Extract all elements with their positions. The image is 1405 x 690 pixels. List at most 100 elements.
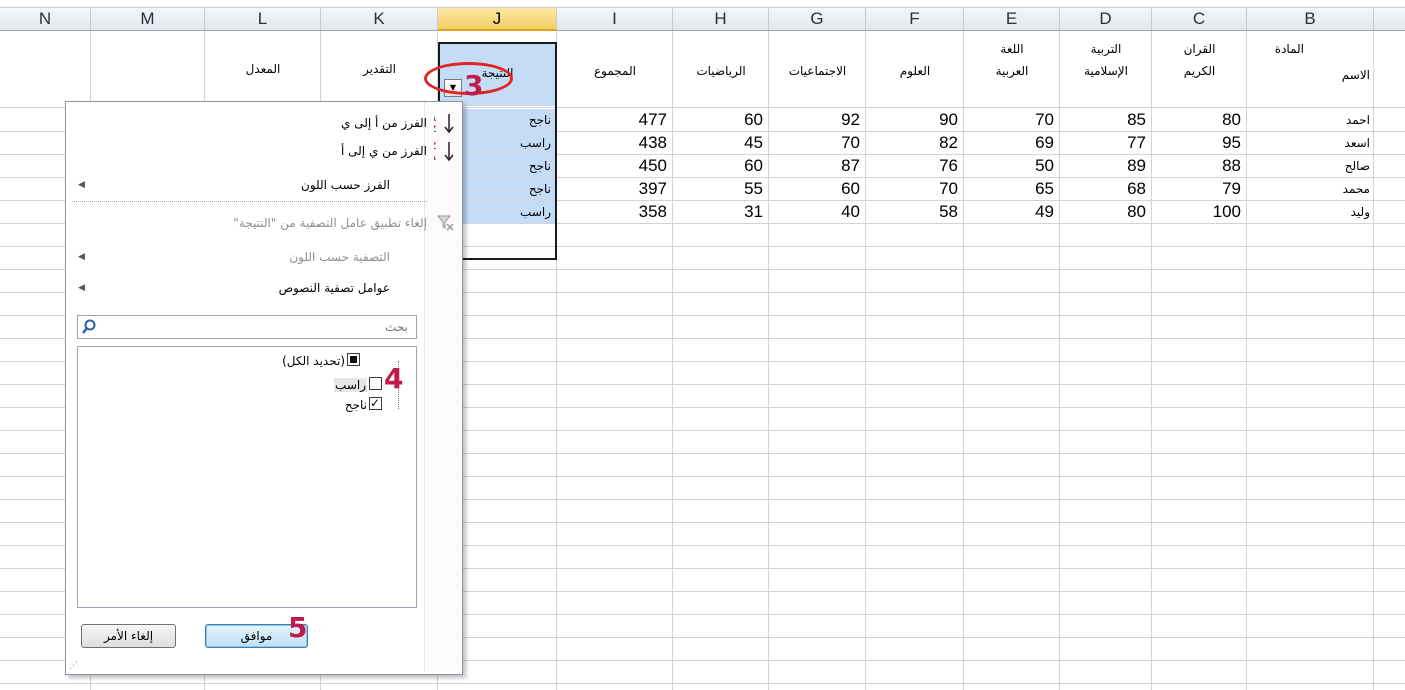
cell-name[interactable]: اسعد [1247,132,1374,154]
list-item-fail[interactable]: راسب [334,375,382,395]
cell-math[interactable]: 60 [673,155,769,177]
cell-name[interactable]: وليد [1247,201,1374,223]
header-cell-grade[interactable]: التقدير [321,62,438,76]
cell-islamic[interactable]: 89 [1060,155,1152,177]
menu-sort-descending[interactable]: الفرز من ي إلى أ ZA [66,138,463,164]
col-header-G[interactable]: G [769,8,866,31]
cell-math[interactable]: 55 [673,178,769,200]
cell-islamic[interactable]: 85 [1060,109,1152,131]
col-header-J[interactable]: J [438,8,557,31]
header-arabic-line2: العربية [995,64,1029,78]
fail-label: راسب [334,378,367,392]
menu-sort-ascending[interactable]: الفرز من أ إلى ي AZ [66,110,463,136]
cell-math[interactable]: 31 [673,201,769,223]
filter-search-box[interactable] [77,315,417,339]
col-header-I[interactable]: I [557,8,673,31]
checkbox-pass[interactable] [369,393,382,413]
cell-total[interactable]: 438 [557,132,673,154]
header-cell-islamic[interactable]: التربية الإسلامية [1060,42,1152,102]
annotation-step-3: 3 [464,69,484,102]
cell-social[interactable]: 87 [769,155,866,177]
menu-clear-filter[interactable]: إلغاء تطبيق عامل التصفية من "النتيجة" [66,210,463,236]
list-item-select-all[interactable]: (تحديد الكل) [282,351,360,371]
cell-name[interactable]: صالح [1247,155,1374,177]
filter-values-list[interactable]: (تحديد الكل) راسب ناجح 4 [77,346,417,608]
cell-total[interactable]: 477 [557,109,673,131]
submenu-arrow-icon: ◀ [78,252,85,262]
cell-quran[interactable]: 95 [1152,132,1247,154]
cell-science[interactable]: 90 [866,109,964,131]
header-cell-social[interactable]: الاجتماعيات [769,64,866,78]
col-header-N[interactable]: N [0,8,91,31]
header-quran-line1: القران [1183,42,1216,56]
menu-sort-by-color[interactable]: الفرز حسب اللون ◀ [66,172,426,198]
col-header-F[interactable]: F [866,8,964,31]
col-header-K[interactable]: K [321,8,438,31]
menu-text-filters[interactable]: عوامل تصفية النصوص ◀ [66,275,426,301]
cell-science[interactable]: 70 [866,178,964,200]
cell-social[interactable]: 60 [769,178,866,200]
cell-quran[interactable]: 80 [1152,109,1247,131]
checkbox-select-all[interactable] [347,353,360,366]
col-header-H[interactable]: H [673,8,769,31]
col-header-D[interactable]: D [1060,8,1152,31]
cell-science[interactable]: 82 [866,132,964,154]
annotation-step-4: 4 [384,362,404,395]
cell-social[interactable]: 70 [769,132,866,154]
submenu-arrow-icon: ◀ [78,283,85,293]
cell-math[interactable]: 45 [673,132,769,154]
cancel-button[interactable]: إلغاء الأمر [81,624,176,648]
cell-islamic[interactable]: 68 [1060,178,1152,200]
cell-islamic[interactable]: 80 [1060,201,1152,223]
cell-social[interactable]: 40 [769,201,866,223]
checkbox-fail[interactable] [369,377,382,390]
menu-sort-by-color-label: الفرز حسب اللون [301,178,390,192]
sort-ascending-icon: AZ [430,111,457,135]
cell-quran[interactable]: 79 [1152,178,1247,200]
cell-total[interactable]: 358 [557,201,673,223]
header-cell-quran[interactable]: القران الكريم [1152,42,1247,102]
cell-total[interactable]: 397 [557,178,673,200]
cell-arabic[interactable]: 49 [964,201,1060,223]
col-header-A[interactable] [1374,8,1405,31]
menu-sort-descending-label: الفرز من ي إلى أ [340,144,427,158]
header-quran-line2: الكريم [1183,64,1216,78]
header-name: الاسم [1341,68,1370,82]
cell-islamic[interactable]: 77 [1060,132,1152,154]
col-header-C[interactable]: C [1152,8,1247,31]
header-cell-average[interactable]: المعدل [205,62,321,76]
search-input[interactable] [98,316,408,338]
cell-social[interactable]: 92 [769,109,866,131]
header-cell-subject-name[interactable]: المادة الاسم [1247,42,1374,102]
cell-math[interactable]: 60 [673,109,769,131]
header-islamic-line2: الإسلامية [1084,64,1128,78]
cell-quran[interactable]: 88 [1152,155,1247,177]
header-cell-science[interactable]: العلوم [866,64,964,78]
svg-text:Z: Z [434,141,437,151]
cell-arabic[interactable]: 65 [964,178,1060,200]
cell-arabic[interactable]: 70 [964,109,1060,131]
cell-quran[interactable]: 100 [1152,201,1247,223]
header-cell-math[interactable]: الرياضيات [673,64,769,78]
menu-filter-by-color[interactable]: التصفية حسب اللون ◀ [66,244,426,270]
menu-icon-column [424,102,462,672]
header-cell-total[interactable]: المجموع [557,64,673,78]
svg-text:Z: Z [434,124,437,134]
spreadsheet: N M L K J I H G F E D C B المعدل التقدير [0,0,1405,690]
annotation-step-5: 5 [288,611,308,644]
cell-name[interactable]: محمد [1247,178,1374,200]
cell-arabic[interactable]: 69 [964,132,1060,154]
cell-science[interactable]: 58 [866,201,964,223]
cell-total[interactable]: 450 [557,155,673,177]
cell-arabic[interactable]: 50 [964,155,1060,177]
cell-science[interactable]: 76 [866,155,964,177]
col-header-L[interactable]: L [205,8,321,31]
cell-name[interactable]: احمد [1247,109,1374,131]
col-header-B[interactable]: B [1247,8,1374,31]
col-header-E[interactable]: E [964,8,1060,31]
col-header-M[interactable]: M [91,8,205,31]
list-item-pass[interactable]: ناجح [345,393,382,415]
resize-grip-icon[interactable]: ⋰ [69,661,78,671]
header-subject: المادة [1274,42,1304,56]
header-cell-arabic[interactable]: اللغة العربية [964,42,1060,102]
